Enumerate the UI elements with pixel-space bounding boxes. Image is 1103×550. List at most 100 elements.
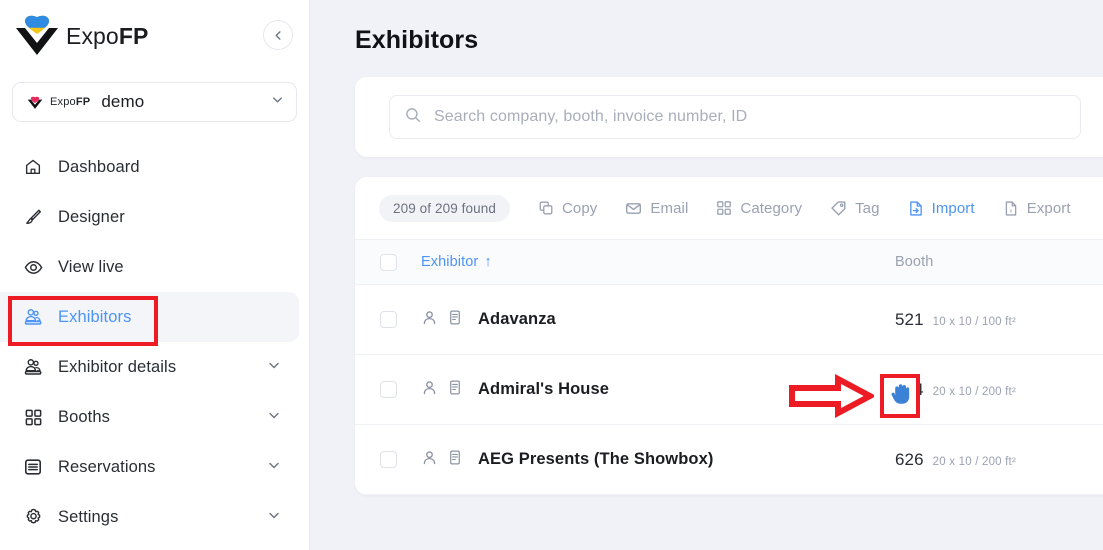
table-row[interactable]: Adavanza 521 10 x 10 / 100 ft² — [355, 285, 1103, 355]
sidebar-item-label: Exhibitor details — [58, 357, 177, 376]
document-icon[interactable] — [447, 449, 463, 471]
expofp-heart-small-icon — [27, 95, 43, 110]
search-card: Search company, booth, invoice number, I… — [355, 77, 1103, 157]
brand-name: ExpoFP — [66, 23, 148, 50]
button-label: Tag — [855, 199, 880, 217]
sort-ascending-icon: ↑ — [484, 254, 492, 270]
search-placeholder: Search company, booth, invoice number, I… — [434, 108, 748, 125]
account-name: demo — [101, 92, 145, 111]
sidebar-item-label: Dashboard — [58, 157, 140, 176]
grid-icon — [22, 406, 44, 428]
sidebar-item-reservations[interactable]: Reservations — [0, 442, 299, 492]
row-icon-group — [421, 379, 463, 401]
chevron-down-icon[interactable] — [267, 458, 281, 477]
gear-icon — [22, 506, 44, 528]
booth-number: 626 — [895, 449, 924, 469]
booth-cell: 521 10 x 10 / 100 ft² — [895, 310, 1103, 330]
chevron-down-icon[interactable] — [267, 408, 281, 427]
sidebar-item-exhibitor-details[interactable]: Exhibitor details — [0, 342, 299, 392]
category-button[interactable]: Category — [716, 200, 802, 217]
exhibitor-name[interactable]: Adavanza — [478, 310, 556, 329]
row-icon-group — [421, 309, 463, 331]
row-checkbox[interactable] — [379, 311, 397, 328]
import-button[interactable]: Import — [908, 200, 975, 217]
copy-icon — [538, 200, 554, 216]
chevron-down-icon[interactable] — [267, 358, 281, 377]
sidebar-nav: Dashboard Designer View live Exhibitors … — [0, 142, 309, 542]
booth-cell: 626 20 x 10 / 200 ft² — [895, 450, 1103, 470]
booth-column-header[interactable]: Booth — [895, 254, 1103, 270]
person-icon[interactable] — [421, 309, 438, 331]
page-title: Exhibitors — [355, 26, 479, 54]
sidebar-item-label: Exhibitors — [58, 307, 132, 326]
import-icon — [908, 200, 924, 217]
list-card-icon — [22, 456, 44, 478]
brush-icon — [22, 206, 44, 228]
person-icon[interactable] — [421, 379, 438, 401]
button-label: Category — [740, 199, 803, 217]
row-select-cell — [355, 311, 421, 328]
select-all-checkbox[interactable] — [379, 253, 397, 271]
sidebar-item-dashboard[interactable]: Dashboard — [0, 142, 299, 192]
row-checkbox[interactable] — [379, 451, 397, 468]
tag-icon — [830, 200, 847, 217]
copy-button[interactable]: Copy — [538, 200, 597, 217]
booth-dimensions: 20 x 10 / 200 ft² — [932, 385, 1016, 398]
exhibitors-icon — [22, 356, 44, 378]
table-toolbar: 209 of 209 found Copy Email Category Tag… — [355, 177, 1103, 239]
account-brand: ExpoFP — [50, 96, 91, 108]
booth-cell: 344 20 x 10 / 200 ft² — [895, 380, 1103, 400]
chevron-left-icon — [275, 30, 281, 40]
brand-row: ExpoFP — [0, 0, 309, 72]
expofp-heart-logo — [14, 15, 60, 57]
sidebar-item-settings[interactable]: Settings — [0, 492, 299, 542]
column-label: Exhibitor — [421, 254, 479, 270]
tag-button[interactable]: Tag — [830, 200, 880, 217]
result-count-badge: 209 of 209 found — [379, 194, 510, 222]
column-label: Booth — [895, 254, 934, 270]
booth-number: 344 — [895, 379, 924, 399]
home-icon — [22, 156, 44, 178]
sidebar: ExpoFP ExpoFP demo Dashboard Designer Vi… — [0, 0, 310, 550]
email-button[interactable]: Email — [625, 200, 688, 217]
person-icon[interactable] — [421, 449, 438, 471]
exhibitor-cell: AEG Presents (The Showbox) — [421, 449, 895, 471]
exhibitors-table-card: 209 of 209 found Copy Email Category Tag… — [355, 177, 1103, 495]
account-selector[interactable]: ExpoFP demo — [12, 82, 297, 122]
sidebar-item-designer[interactable]: Designer — [0, 192, 299, 242]
exhibitor-name[interactable]: AEG Presents (The Showbox) — [478, 450, 713, 469]
row-select-cell — [355, 451, 421, 468]
exhibitor-cell: Admiral's House — [421, 379, 895, 401]
search-input[interactable]: Search company, booth, invoice number, I… — [389, 95, 1081, 139]
export-button[interactable]: x Export — [1003, 200, 1071, 217]
select-all-cell — [355, 253, 421, 271]
booth-dimensions: 20 x 10 / 200 ft² — [932, 455, 1016, 468]
sidebar-item-label: View live — [58, 257, 124, 276]
svg-text:x: x — [1009, 208, 1012, 214]
exhibitor-name[interactable]: Admiral's House — [478, 380, 609, 399]
app-root: ExpoFP ExpoFP demo Dashboard Designer Vi… — [0, 0, 1103, 550]
exhibitor-column-header[interactable]: Exhibitor ↑ — [421, 254, 895, 270]
eye-icon — [22, 256, 44, 278]
row-checkbox[interactable] — [379, 381, 397, 398]
exhibitors-icon — [22, 306, 44, 328]
grid-icon — [716, 200, 732, 216]
chevron-down-icon[interactable] — [267, 508, 281, 527]
table-row[interactable]: AEG Presents (The Showbox) 626 20 x 10 /… — [355, 425, 1103, 495]
sidebar-item-label: Settings — [58, 507, 119, 526]
document-icon[interactable] — [447, 309, 463, 331]
brand-name-bold: FP — [118, 22, 149, 49]
sidebar-item-view-live[interactable]: View live — [0, 242, 299, 292]
sidebar-item-booths[interactable]: Booths — [0, 392, 299, 442]
row-select-cell — [355, 381, 421, 398]
document-icon[interactable] — [447, 379, 463, 401]
button-label: Email — [650, 199, 689, 217]
sidebar-item-label: Designer — [58, 207, 125, 226]
button-label: Export — [1026, 199, 1071, 217]
sidebar-collapse-button[interactable] — [263, 20, 293, 50]
table-row[interactable]: Admiral's House 344 20 x 10 / 200 ft² — [355, 355, 1103, 425]
brand-name-light: Expo — [66, 22, 119, 49]
main-content: Exhibitors Search company, booth, invoic… — [310, 0, 1103, 550]
sidebar-item-exhibitors[interactable]: Exhibitors — [0, 292, 299, 342]
envelope-icon — [625, 200, 642, 217]
